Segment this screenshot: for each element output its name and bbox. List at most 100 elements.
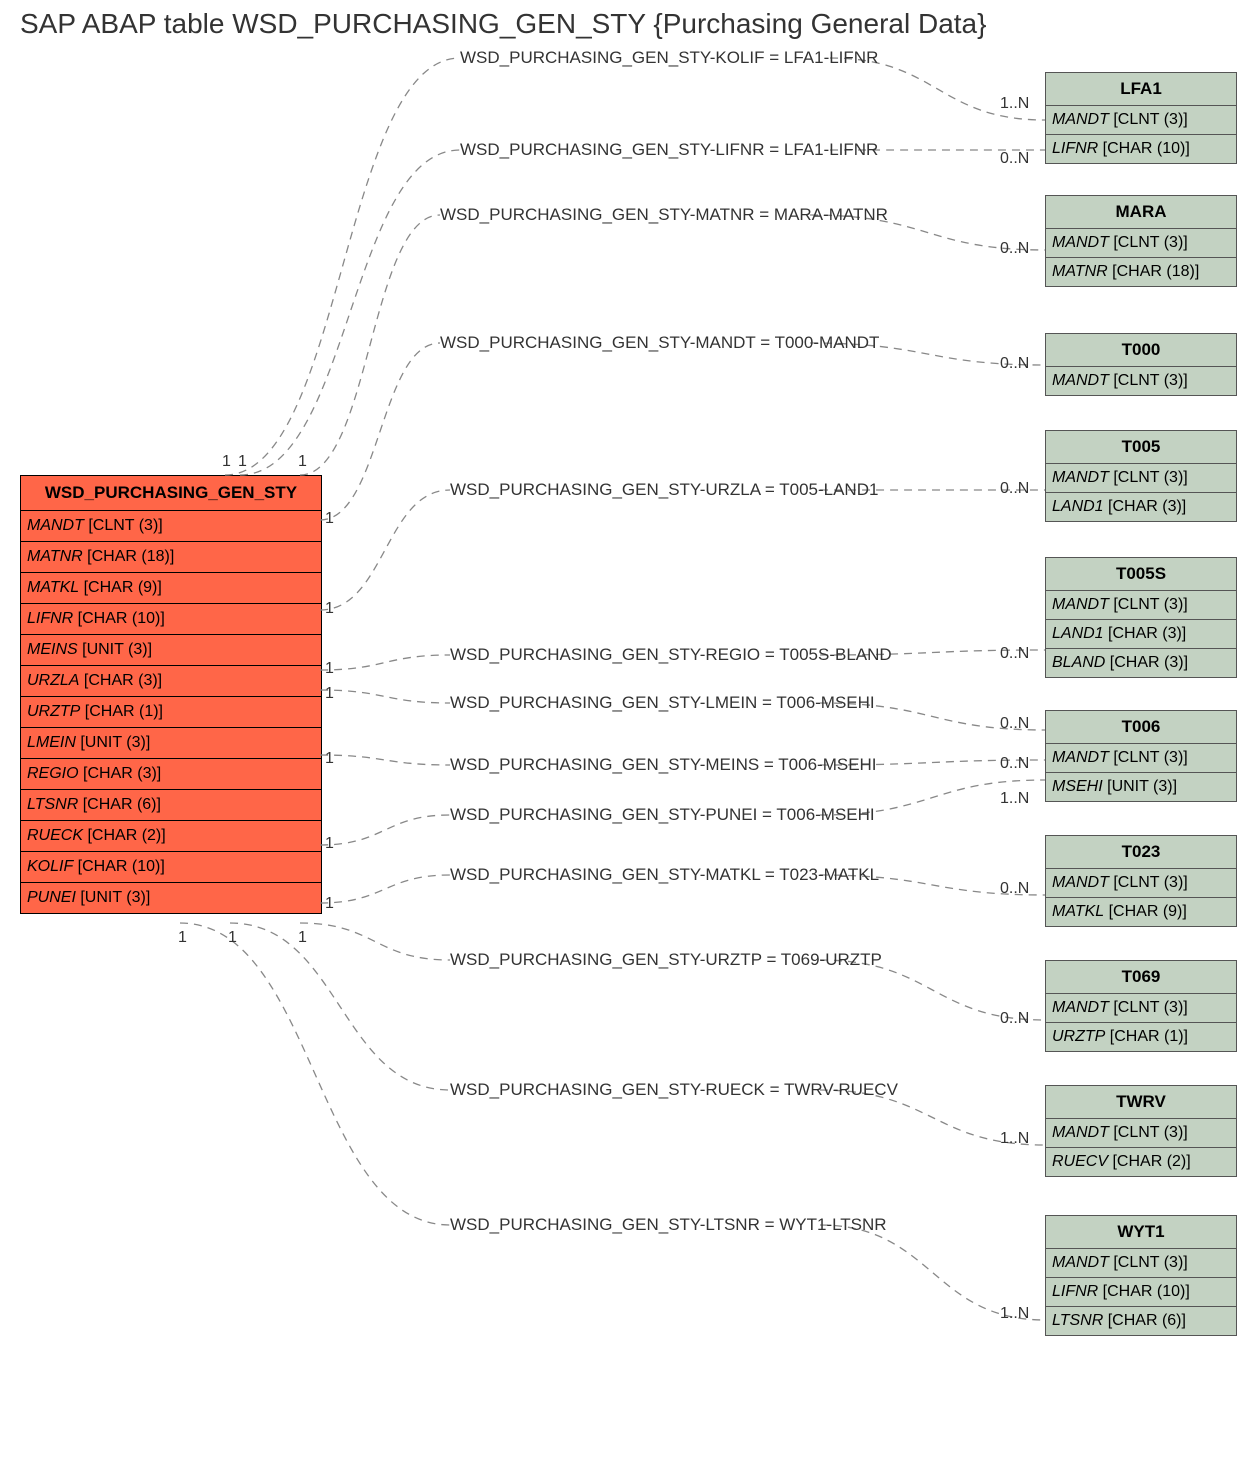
field-type: [CHAR (18)] bbox=[83, 548, 175, 565]
target-field-row: MANDT [CLNT (3)] bbox=[1046, 869, 1236, 898]
relation-tgt-cardinality: 0..N bbox=[1000, 755, 1029, 773]
relation-tgt-cardinality: 0..N bbox=[1000, 355, 1029, 373]
field-type: [CHAR (2)] bbox=[83, 827, 166, 844]
field-type: [CHAR (6)] bbox=[1103, 1312, 1186, 1329]
relation-label: WSD_PURCHASING_GEN_STY-RUECK = TWRV-RUEC… bbox=[450, 1080, 898, 1100]
relation-tgt-cardinality: 1..N bbox=[1000, 1130, 1029, 1148]
relation-src-cardinality: 1 bbox=[325, 750, 334, 768]
main-field-row: MEINS [UNIT (3)] bbox=[21, 635, 321, 666]
main-entity-header: WSD_PURCHASING_GEN_STY bbox=[21, 476, 321, 511]
relation-tgt-cardinality: 0..N bbox=[1000, 480, 1029, 498]
relation-label: WSD_PURCHASING_GEN_STY-LTSNR = WYT1-LTSN… bbox=[450, 1215, 887, 1235]
target-field-row: LTSNR [CHAR (6)] bbox=[1046, 1307, 1236, 1335]
target-header: T005 bbox=[1046, 431, 1236, 464]
field-type: [CHAR (3)] bbox=[79, 672, 162, 689]
field-name: LIFNR bbox=[1052, 1283, 1098, 1300]
field-type: [CHAR (3)] bbox=[1105, 654, 1188, 671]
relation-tgt-cardinality: 0..N bbox=[1000, 1010, 1029, 1028]
target-entity-LFA1: LFA1MANDT [CLNT (3)]LIFNR [CHAR (10)] bbox=[1045, 72, 1237, 164]
field-name: MANDT bbox=[27, 517, 84, 534]
field-type: [CLNT (3)] bbox=[84, 517, 163, 534]
relation-label: WSD_PURCHASING_GEN_STY-PUNEI = T006-MSEH… bbox=[450, 805, 875, 825]
main-field-row: URZLA [CHAR (3)] bbox=[21, 666, 321, 697]
relation-src-cardinality: 1 bbox=[325, 685, 334, 703]
field-name: MANDT bbox=[1052, 1124, 1109, 1141]
field-name: URZTP bbox=[1052, 1028, 1105, 1045]
field-name: LMEIN bbox=[27, 734, 76, 751]
field-type: [UNIT (3)] bbox=[76, 889, 150, 906]
field-type: [CHAR (10)] bbox=[1098, 140, 1190, 157]
target-field-row: MANDT [CLNT (3)] bbox=[1046, 106, 1236, 135]
relation-src-cardinality: 1 bbox=[298, 453, 307, 471]
relation-src-cardinality: 1 bbox=[178, 929, 187, 947]
target-field-row: MANDT [CLNT (3)] bbox=[1046, 1119, 1236, 1148]
field-name: LIFNR bbox=[27, 610, 73, 627]
main-field-row: MATKL [CHAR (9)] bbox=[21, 573, 321, 604]
field-type: [CLNT (3)] bbox=[1109, 749, 1188, 766]
field-type: [CHAR (1)] bbox=[1105, 1028, 1188, 1045]
relation-label: WSD_PURCHASING_GEN_STY-REGIO = T005S-BLA… bbox=[450, 645, 892, 665]
relation-label: WSD_PURCHASING_GEN_STY-URZLA = T005-LAND… bbox=[450, 480, 878, 500]
field-name: RUECK bbox=[27, 827, 83, 844]
field-name: KOLIF bbox=[27, 858, 73, 875]
field-type: [CHAR (10)] bbox=[73, 610, 165, 627]
relation-src-cardinality: 1 bbox=[238, 453, 247, 471]
field-type: [CHAR (18)] bbox=[1108, 263, 1200, 280]
field-name: RUECV bbox=[1052, 1153, 1108, 1170]
main-field-row: KOLIF [CHAR (10)] bbox=[21, 852, 321, 883]
field-name: MANDT bbox=[1052, 1254, 1109, 1271]
field-name: LAND1 bbox=[1052, 625, 1104, 642]
target-header: LFA1 bbox=[1046, 73, 1236, 106]
relation-tgt-cardinality: 0..N bbox=[1000, 880, 1029, 898]
target-field-row: MANDT [CLNT (3)] bbox=[1046, 994, 1236, 1023]
field-type: [CLNT (3)] bbox=[1109, 111, 1188, 128]
main-field-row: REGIO [CHAR (3)] bbox=[21, 759, 321, 790]
field-name: MATNR bbox=[1052, 263, 1108, 280]
field-type: [CHAR (3)] bbox=[79, 765, 162, 782]
field-name: LTSNR bbox=[1052, 1312, 1103, 1329]
main-field-row: PUNEI [UNIT (3)] bbox=[21, 883, 321, 913]
field-name: MANDT bbox=[1052, 111, 1109, 128]
relation-tgt-cardinality: 0..N bbox=[1000, 645, 1029, 663]
field-name: BLAND bbox=[1052, 654, 1105, 671]
target-header: MARA bbox=[1046, 196, 1236, 229]
target-header: T006 bbox=[1046, 711, 1236, 744]
field-name: MATKL bbox=[27, 579, 79, 596]
field-type: [CHAR (9)] bbox=[79, 579, 162, 596]
main-field-row: MANDT [CLNT (3)] bbox=[21, 511, 321, 542]
relation-label: WSD_PURCHASING_GEN_STY-URZTP = T069-URZT… bbox=[450, 950, 882, 970]
page-title: SAP ABAP table WSD_PURCHASING_GEN_STY {P… bbox=[20, 8, 986, 40]
field-name: URZTP bbox=[27, 703, 80, 720]
field-type: [CLNT (3)] bbox=[1109, 596, 1188, 613]
relation-tgt-cardinality: 1..N bbox=[1000, 95, 1029, 113]
field-type: [CHAR (9)] bbox=[1104, 903, 1187, 920]
field-name: PUNEI bbox=[27, 889, 76, 906]
target-entity-T005S: T005SMANDT [CLNT (3)]LAND1 [CHAR (3)]BLA… bbox=[1045, 557, 1237, 678]
target-field-row: LAND1 [CHAR (3)] bbox=[1046, 620, 1236, 649]
field-name: URZLA bbox=[27, 672, 79, 689]
target-field-row: MANDT [CLNT (3)] bbox=[1046, 464, 1236, 493]
field-name: MANDT bbox=[1052, 234, 1109, 251]
relation-src-cardinality: 1 bbox=[298, 929, 307, 947]
relation-label: WSD_PURCHASING_GEN_STY-LMEIN = T006-MSEH… bbox=[450, 693, 875, 713]
field-type: [CHAR (2)] bbox=[1108, 1153, 1191, 1170]
target-entity-MARA: MARAMANDT [CLNT (3)]MATNR [CHAR (18)] bbox=[1045, 195, 1237, 287]
field-name: MANDT bbox=[1052, 874, 1109, 891]
target-field-row: MANDT [CLNT (3)] bbox=[1046, 1249, 1236, 1278]
target-header: T000 bbox=[1046, 334, 1236, 367]
field-type: [CHAR (3)] bbox=[1104, 498, 1187, 515]
target-field-row: URZTP [CHAR (1)] bbox=[1046, 1023, 1236, 1051]
field-name: MANDT bbox=[1052, 596, 1109, 613]
relation-src-cardinality: 1 bbox=[325, 600, 334, 618]
target-entity-TWRV: TWRVMANDT [CLNT (3)]RUECV [CHAR (2)] bbox=[1045, 1085, 1237, 1177]
main-field-row: RUECK [CHAR (2)] bbox=[21, 821, 321, 852]
relation-tgt-cardinality: 0..N bbox=[1000, 150, 1029, 168]
field-type: [CHAR (6)] bbox=[78, 796, 161, 813]
target-entity-T006: T006MANDT [CLNT (3)]MSEHI [UNIT (3)] bbox=[1045, 710, 1237, 802]
target-field-row: BLAND [CHAR (3)] bbox=[1046, 649, 1236, 677]
target-header: T005S bbox=[1046, 558, 1236, 591]
relation-tgt-cardinality: 0..N bbox=[1000, 715, 1029, 733]
field-type: [UNIT (3)] bbox=[1103, 778, 1177, 795]
relation-label: WSD_PURCHASING_GEN_STY-LIFNR = LFA1-LIFN… bbox=[460, 140, 878, 160]
target-field-row: MANDT [CLNT (3)] bbox=[1046, 591, 1236, 620]
